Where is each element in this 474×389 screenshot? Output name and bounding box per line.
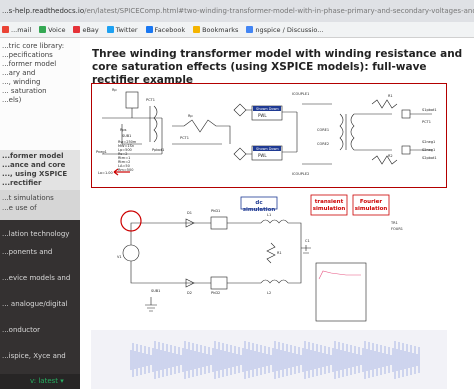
- schematic-label: D1: [187, 211, 192, 215]
- bookmark-item[interactable]: Twitter: [106, 25, 138, 34]
- bookmark-item[interactable]: ngspice / Discussio...: [246, 26, 323, 34]
- address-bar[interactable]: ...s-help.readthedocs.io/en/latest/SPICE…: [0, 0, 474, 22]
- sidebar-item-current[interactable]: ...former model: [2, 152, 63, 161]
- sidebar-item[interactable]: ...onductor: [2, 326, 40, 335]
- url-text: ...s-help.readthedocs.io/en/latest/SPICE…: [2, 7, 474, 15]
- sidebar-item[interactable]: ..., winding: [2, 78, 41, 87]
- bookmark-label: ...mail: [11, 25, 32, 34]
- bookmark-label: ngspice / Discussio...: [255, 25, 324, 34]
- bookmark-label: eBay: [82, 25, 99, 34]
- version-selector[interactable]: v: latest ▾: [30, 377, 64, 385]
- sidebar-item[interactable]: ...e use of: [2, 204, 37, 213]
- schematic-label: SUB1: [151, 289, 161, 293]
- sidebar-item[interactable]: ...ponents and: [2, 248, 52, 257]
- schematic-label: R2: [388, 154, 393, 158]
- svg-text:PWL: PWL: [258, 153, 267, 158]
- schematic-label: S2pbot1: [422, 156, 437, 160]
- schematic-label: Rp: [188, 114, 193, 118]
- schematic-figure-1: Shown Down PWL Shown Down PWL Lo=1.00 Rp…: [91, 83, 447, 188]
- schematic-label: S1pbot1: [422, 108, 437, 112]
- bookmark-label: Facebook: [154, 25, 186, 34]
- bookmark-label: Voice: [48, 25, 66, 34]
- bookmark-label: Twitter: [115, 25, 138, 34]
- schematic-label: D2: [187, 291, 192, 295]
- bookmark-item[interactable]: ...mail: [2, 26, 31, 34]
- bookmark-icon: [106, 26, 114, 33]
- sidebar-item[interactable]: ...tric core library:: [2, 42, 64, 51]
- sidebar-item[interactable]: ...ispice, Xyce and: [2, 352, 66, 361]
- svg-text:PWL: PWL: [258, 113, 267, 118]
- sidebar-item[interactable]: ...former model: [2, 60, 56, 69]
- simulation-box: transient simulation: [312, 199, 346, 212]
- bookmark-item[interactable]: Facebook: [145, 25, 186, 34]
- bookmark-icon: [73, 26, 81, 33]
- schematic-label: CORE2: [317, 142, 330, 146]
- schematic-label: Pneg1: [96, 150, 107, 154]
- bookmark-icon: [39, 26, 47, 33]
- sidebar-item-current[interactable]: ...rectifier: [2, 179, 41, 188]
- schematic-label: L1: [267, 213, 272, 217]
- waveform-plot: [91, 330, 447, 389]
- schematic-label: Ppbot1: [152, 148, 165, 152]
- schematic-label: PCT1: [180, 136, 189, 140]
- sidebar-item[interactable]: ... saturation: [2, 87, 47, 96]
- page-title: Three winding transformer model with win…: [92, 48, 463, 86]
- waveform-drawing: [130, 341, 420, 379]
- schematic-label: CORE1: [317, 128, 330, 132]
- bookmark-icon: [246, 26, 254, 33]
- schematic-label: FOUR1: [391, 227, 403, 231]
- schematic-1-drawing: Shown Down PWL Shown Down PWL Lo=1.00: [98, 91, 432, 176]
- schematic-label: C1: [305, 239, 310, 243]
- bookmark-icon: [145, 26, 153, 33]
- bookmark-item[interactable]: Bookmarks: [193, 26, 238, 34]
- sidebar-item[interactable]: ...els): [2, 96, 21, 105]
- sidebar-item[interactable]: ...pecifications: [2, 51, 53, 60]
- svg-text:Shown Down: Shown Down: [256, 147, 279, 151]
- schematic-label: S2neg1: [422, 140, 436, 144]
- schematic-label: SUB1: [122, 134, 132, 138]
- sidebar-item-current[interactable]: ..., using XSPICE: [2, 170, 67, 179]
- bookmark-item[interactable]: Voice: [39, 26, 65, 34]
- schematic-label: R1: [388, 94, 393, 98]
- bookmark-icon: [2, 26, 9, 33]
- schematic-figure-2: dc simulation transient simulation Fourier…: [91, 193, 447, 328]
- schematic-label: PCT1: [146, 98, 155, 102]
- bookmark-label: Bookmarks: [202, 25, 239, 34]
- svg-text:Lo=1.00: Lo=1.00: [98, 171, 113, 175]
- schematic-label: R1: [277, 251, 282, 255]
- schematic-label: TR1: [391, 221, 398, 225]
- sidebar-item[interactable]: ... analogue/digital: [2, 300, 67, 309]
- svg-text:Shown Down: Shown Down: [256, 107, 279, 111]
- bookmark-item[interactable]: eBay: [73, 25, 99, 34]
- schematic-label: ICOUPLE1: [292, 92, 310, 96]
- sidebar-item[interactable]: ...t simulations: [2, 194, 54, 203]
- sidebar-item[interactable]: ...evice models and: [2, 274, 70, 283]
- schematic-label: S2neg1: [422, 148, 436, 152]
- schematic-label: V1: [117, 255, 122, 259]
- bookmarks-bar: ...mail Voice eBay Twitter Facebook Bookmarks…: [0, 22, 474, 38]
- schematic-label: Rps: [120, 128, 127, 132]
- schematic-label: Rp: [112, 88, 117, 92]
- bookmark-icon: [193, 26, 201, 33]
- sidebar-item[interactable]: ...ary and: [2, 69, 35, 78]
- browser-toolbar: ...s-help.readthedocs.io/en/latest/SPICE…: [0, 0, 474, 22]
- sidebar-item[interactable]: ...lation technology: [2, 230, 69, 239]
- schematic-label: Rm=500: [118, 168, 134, 172]
- schematic-label: PCT1: [422, 120, 431, 124]
- schematic-label: ICOUPLE2: [292, 172, 310, 176]
- schematic-label: PhD1: [211, 209, 221, 213]
- simulation-box: Fourier simulation: [354, 199, 388, 212]
- schematic-label: L2: [267, 291, 272, 295]
- simulation-box: dc simulation: [242, 200, 276, 213]
- docs-sidebar: ...tric core library: ...pecifications...…: [0, 38, 80, 389]
- sidebar-item-current[interactable]: ...ance and core: [2, 161, 65, 170]
- schematic-label: PhD2: [211, 291, 221, 295]
